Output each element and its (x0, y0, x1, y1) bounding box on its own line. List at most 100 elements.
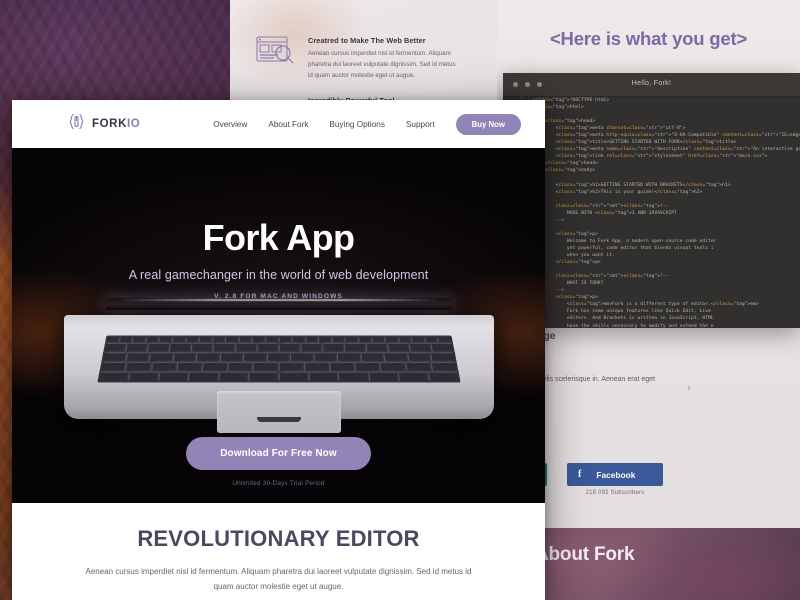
keyboard-key (300, 343, 322, 352)
code-panel-headline: <Here is what you get> (549, 28, 748, 49)
keyboard-key (380, 362, 406, 372)
screenshot-stage: Creatred to Make The Web Better Aenean c… (0, 0, 800, 600)
hero-title: Fork App (202, 217, 355, 258)
keyboard-key (292, 336, 305, 343)
keyboard-key (253, 362, 278, 372)
keyboard-key (387, 343, 410, 352)
hero-version: V. 2.8 FOR MAC AND WINDOWS (214, 293, 343, 300)
section-body: Aenean cursus imperdiet nisl id fermentu… (85, 567, 472, 591)
keyboard-key (188, 372, 219, 382)
keyboard-key (308, 372, 339, 382)
keyboard-key (304, 362, 329, 372)
keyboard-key (202, 362, 228, 372)
fork-brackets-icon (68, 113, 85, 134)
hero-copy: Fork App A real gamechanger in the world… (12, 217, 545, 301)
feature-title: Creatred to Make The Web Better (308, 36, 426, 45)
keyboard-key (398, 336, 412, 343)
editor-section: REVOLUTIONARY EDITOR Aenean cursus imper… (12, 503, 545, 600)
keyboard-key (431, 362, 457, 372)
keyboard-key (159, 336, 172, 343)
code-editor-window: Hello, Fork! 123456789101112131415161718… (503, 73, 800, 328)
keyboard-key (132, 336, 146, 343)
keyboard-key (185, 336, 199, 343)
brand-name-secondary: IO (126, 118, 141, 130)
keyboard-key (428, 372, 459, 382)
chevron-right-icon[interactable]: › (687, 382, 691, 394)
feature-body: Aenean cursus imperdiet nisl id fermentu… (308, 50, 456, 79)
keyboard-key (279, 362, 304, 372)
nav-item-about-fork[interactable]: About Fork (268, 120, 308, 129)
code-text[interactable]: <class="tag">!DOCTYPE html> <class="tag"… (533, 97, 800, 328)
keyboard-key (151, 362, 177, 372)
download-button[interactable]: Download For Free Now (186, 437, 371, 470)
keyboard-key (257, 343, 278, 352)
editor-body[interactable]: 1234567891011121314151617181920212223242… (503, 97, 800, 328)
keyboard-key (384, 353, 408, 362)
facebook-button-label: Facebook (596, 469, 636, 480)
keyboard-key (103, 343, 127, 352)
subscriber-count: 218 092 Subscribers (585, 490, 645, 496)
keyboard-key (290, 353, 314, 362)
keyboard-key (220, 353, 243, 362)
nav-item-support[interactable]: Support (406, 120, 435, 129)
keyboard-key (338, 372, 369, 382)
keyboard-key (125, 362, 152, 372)
keyboard-key (248, 372, 278, 382)
keyboard-key (102, 353, 126, 362)
keyboard-key (405, 362, 432, 372)
section-title: REVOLUTIONARY EDITOR (137, 526, 420, 551)
keyboard-key (158, 372, 189, 382)
keyboard-key (172, 336, 186, 343)
laptop-notch (256, 417, 301, 422)
keyboard-key (172, 353, 197, 362)
keyboard-key (430, 343, 453, 352)
facebook-button[interactable]: f Facebook (567, 463, 663, 486)
keyboard-key (411, 336, 425, 343)
cta-wrapper: Download For Free Now Unlimited 30-Days … (12, 437, 545, 487)
keyboard-key (431, 353, 455, 362)
keyboard-key (196, 353, 220, 362)
feature-item: Creatred to Make The Web Better Aenean c… (256, 36, 460, 82)
keyboard-key (437, 336, 452, 343)
facebook-icon: f (578, 469, 582, 480)
keyboard-key (368, 372, 399, 382)
keyboard-key (360, 353, 385, 362)
keyboard-key (239, 336, 252, 343)
keyboard-key (329, 362, 355, 372)
keyboard-key (398, 372, 429, 382)
keyboard-key (199, 336, 212, 343)
brand-logo[interactable]: FORKIO (68, 113, 140, 135)
nav-item-overview[interactable]: Overview (213, 120, 247, 129)
keyboard-key (279, 343, 300, 352)
editor-title: Hello, Fork! (631, 80, 672, 87)
keyboard-key (125, 353, 150, 362)
brand-name: FORKIO (92, 118, 140, 130)
keyboard-key (169, 343, 192, 352)
keyboard-key (332, 336, 345, 343)
keyboard-key (218, 372, 249, 382)
navbar: FORKIO Overview About Fork Buying Option… (12, 100, 545, 148)
laptop-trackpad (216, 391, 341, 433)
keyboard-key (279, 336, 292, 343)
keyboard-key (337, 353, 361, 362)
trial-note: Unlimited 30-Days Trial Period (232, 480, 325, 487)
keyboard-key (365, 343, 388, 352)
hero-section: Fork App A real gamechanger in the world… (12, 148, 545, 503)
keyboard-key (314, 353, 337, 362)
keyboard-key (227, 362, 253, 372)
nav-item-buying-options[interactable]: Buying Options (329, 120, 385, 129)
keyboard-key (322, 343, 344, 352)
keyboard-key (147, 343, 170, 352)
hero-subtitle: A real gamechanger in the world of web d… (128, 268, 429, 282)
browser-search-icon (256, 36, 298, 68)
laptop-keyboard (96, 335, 461, 383)
keyboard-key (243, 353, 267, 362)
buy-now-button[interactable]: Buy Now (455, 113, 521, 135)
keyboard-key (212, 336, 225, 343)
keyboard-key (267, 353, 290, 362)
keyboard-key (252, 336, 265, 343)
keyboard-key (235, 343, 257, 352)
keyboard-key (145, 336, 159, 343)
keyboard-key (279, 372, 309, 382)
keyboard-key (409, 343, 432, 352)
